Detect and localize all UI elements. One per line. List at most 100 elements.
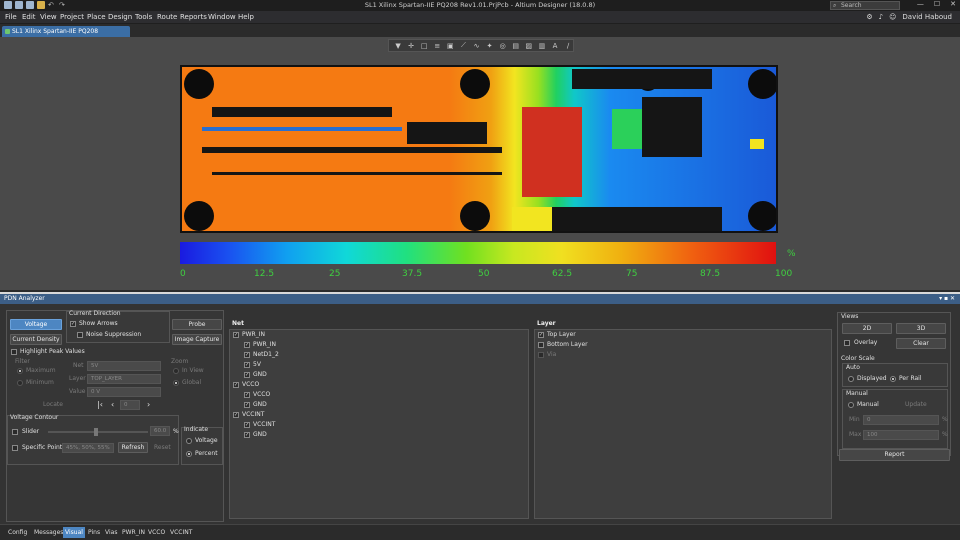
pcb-canvas[interactable]: ▼ ✛ □ ≡ ▣ ⟋ ∿ ✦ ◎ ▤ ▨ ▥ A ∕ % 0 12.5 25 … <box>0 37 960 290</box>
panel-controls[interactable]: ▾ ▪ ✕ <box>939 294 955 304</box>
search-box[interactable]: ⌕ Search <box>830 1 900 10</box>
net-checkbox[interactable]: ✓ <box>233 382 239 388</box>
menu-tools[interactable]: Tools <box>135 13 152 21</box>
net-item[interactable]: GND <box>253 371 267 378</box>
close-icon[interactable]: ✕ <box>950 0 956 8</box>
net-item[interactable]: GND <box>253 431 267 438</box>
net-checkbox[interactable]: ✓ <box>244 352 250 358</box>
contour-slider-track[interactable] <box>48 431 148 433</box>
save-all-icon[interactable] <box>26 1 34 9</box>
bottom-layer-label[interactable]: Bottom Layer <box>547 341 588 348</box>
refresh-button[interactable]: Refresh <box>118 442 148 453</box>
component-icon[interactable]: ▣ <box>445 42 455 50</box>
user-icon[interactable]: ☺ <box>889 13 896 21</box>
percent-radio[interactable] <box>186 451 192 457</box>
net-item[interactable]: VCCINT <box>253 421 275 428</box>
report-button[interactable]: Report <box>839 449 950 461</box>
prev-icon[interactable]: ‹ <box>111 400 114 409</box>
top-layer-label[interactable]: Top Layer <box>547 331 576 338</box>
net-item[interactable]: VCCO <box>253 391 270 398</box>
net-checkbox[interactable]: ✓ <box>233 412 239 418</box>
contour-slider-handle[interactable] <box>94 428 98 436</box>
maximum-radio[interactable] <box>17 368 23 374</box>
undo-icon[interactable]: ↶ <box>48 1 56 9</box>
pcb-board-voltage-map[interactable] <box>180 65 778 233</box>
net-field[interactable]: 5V <box>87 361 161 371</box>
max-field[interactable]: 100 <box>863 430 939 440</box>
layer-field[interactable]: TOP_LAYER <box>87 374 161 384</box>
menu-help[interactable]: Help <box>238 13 254 21</box>
net-item[interactable]: NetD1_2 <box>253 351 279 358</box>
menu-place[interactable]: Place <box>87 13 106 21</box>
net-checkbox[interactable]: ✓ <box>244 422 250 428</box>
polygon-icon[interactable]: ▤ <box>511 42 521 50</box>
minimize-icon[interactable]: — <box>917 0 924 8</box>
view-3d-button[interactable]: 3D <box>896 323 946 334</box>
via-checkbox[interactable] <box>538 352 544 358</box>
net-checkbox[interactable]: ✓ <box>244 392 250 398</box>
app-icon[interactable] <box>4 1 12 9</box>
menu-view[interactable]: View <box>40 13 57 21</box>
voltage-button[interactable]: Voltage <box>10 319 62 330</box>
route-icon[interactable]: ⟋ <box>458 41 468 50</box>
global-radio[interactable] <box>173 380 179 386</box>
document-tab[interactable]: SL1 Xilinx Spartan-IIE PQ208 Rev1.01.Pcb… <box>2 26 130 46</box>
specific-points-checkbox[interactable] <box>12 445 18 451</box>
via-label[interactable]: Via <box>547 351 556 358</box>
image-capture-button[interactable]: Image Capture <box>172 334 222 345</box>
net-checkbox[interactable]: ✓ <box>244 432 250 438</box>
current-density-button[interactable]: Current Density <box>10 334 62 345</box>
value-field[interactable]: 0 V <box>87 387 161 397</box>
highlight-icon[interactable]: ✦ <box>485 42 495 50</box>
overlay-checkbox[interactable] <box>844 340 850 346</box>
slider-value-field[interactable]: 60.0 <box>150 426 170 436</box>
menu-edit[interactable]: Edit <box>22 13 36 21</box>
maximize-icon[interactable]: ☐ <box>934 0 940 8</box>
tab-vccint[interactable]: VCCINT <box>168 527 194 538</box>
select-icon[interactable]: □ <box>419 42 429 50</box>
tab-vias[interactable]: Vias <box>103 527 119 538</box>
net-checkbox[interactable]: ✓ <box>244 372 250 378</box>
net-item[interactable]: 5V <box>253 361 261 368</box>
user-name[interactable]: David Haboud <box>902 13 952 21</box>
open-folder-icon[interactable] <box>37 1 45 9</box>
per-rail-radio[interactable] <box>890 376 896 382</box>
clear-button[interactable]: Clear <box>896 338 946 349</box>
menu-project[interactable]: Project <box>60 13 84 21</box>
next-icon[interactable]: › <box>147 400 150 409</box>
text-icon[interactable]: A <box>550 42 560 50</box>
voltage-indicate-radio[interactable] <box>186 438 192 444</box>
reset-button[interactable]: Reset <box>154 444 171 451</box>
bottom-layer-checkbox[interactable] <box>538 342 544 348</box>
align-icon[interactable]: ≡ <box>432 42 442 50</box>
tab-config[interactable]: Config <box>6 527 29 538</box>
view-2d-button[interactable]: 2D <box>842 323 892 334</box>
in-view-radio[interactable] <box>173 368 179 374</box>
line-icon[interactable]: ∕ <box>563 42 573 50</box>
menu-file[interactable]: File <box>5 13 17 21</box>
net-item[interactable]: VCCINT <box>242 411 264 418</box>
net-item[interactable]: GND <box>253 401 267 408</box>
tab-messages[interactable]: Messages <box>32 527 65 538</box>
tab-pwr-in[interactable]: PWR_IN <box>120 527 147 538</box>
minimum-radio[interactable] <box>17 380 23 386</box>
show-arrows-checkbox[interactable]: ✓ <box>70 321 76 327</box>
update-button[interactable]: Update <box>905 401 927 408</box>
gear-icon[interactable]: ⚙ <box>866 13 872 21</box>
specific-points-field[interactable]: 45%, 50%, 55% <box>62 443 114 453</box>
first-icon[interactable]: |‹ <box>97 400 103 409</box>
save-icon[interactable] <box>15 1 23 9</box>
redo-icon[interactable]: ↷ <box>59 1 67 9</box>
pad-icon[interactable]: ◎ <box>498 42 508 50</box>
tab-vcco[interactable]: VCCO <box>146 527 167 538</box>
tab-pins[interactable]: Pins <box>86 527 102 538</box>
top-layer-checkbox[interactable]: ✓ <box>538 332 544 338</box>
highlight-peak-checkbox[interactable] <box>11 349 17 355</box>
bell-icon[interactable]: ♪ <box>879 13 883 21</box>
keepout-icon[interactable]: ▨ <box>524 42 534 50</box>
menu-window[interactable]: Window <box>208 13 236 21</box>
net-item[interactable]: VCCO <box>242 381 259 388</box>
filter-icon[interactable]: ▼ <box>393 42 403 50</box>
menu-reports[interactable]: Reports <box>180 13 207 21</box>
slider-checkbox[interactable] <box>12 429 18 435</box>
